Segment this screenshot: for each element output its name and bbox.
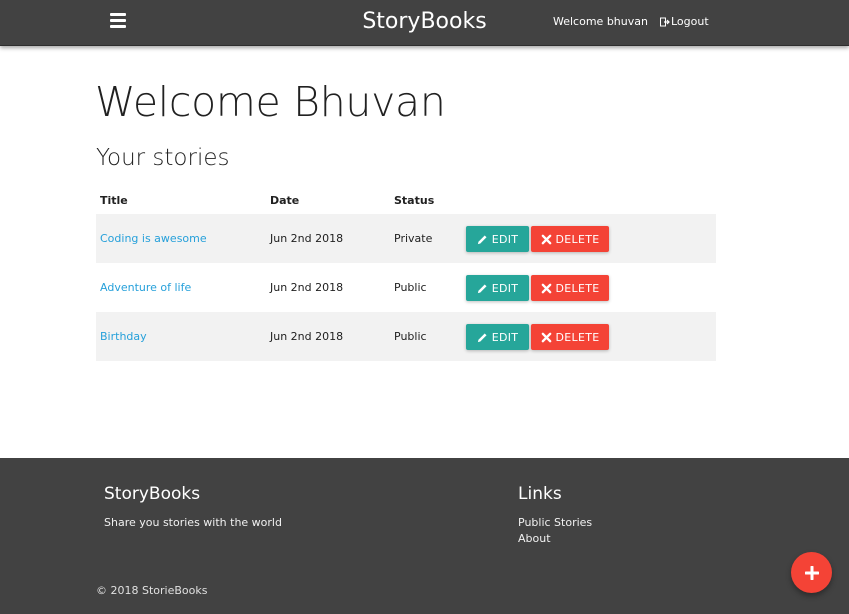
delete-label: DELETE (555, 232, 600, 246)
delete-button[interactable]: DELETE (531, 324, 609, 350)
logout-label: Logout (671, 15, 709, 28)
edit-label: EDIT (491, 232, 519, 246)
section-title: Your stories (96, 145, 230, 171)
pencil-icon (477, 332, 487, 342)
column-header-title: Title (100, 194, 128, 207)
footer-link-about[interactable]: About (518, 532, 551, 545)
table-row: Coding is awesome Jun 2nd 2018 Private E… (96, 214, 716, 263)
story-title-link[interactable]: Coding is awesome (100, 232, 207, 245)
column-header-date: Date (270, 194, 300, 207)
stories-table: Title Date Status Coding is awesome Jun … (96, 188, 716, 361)
edit-label: EDIT (491, 330, 519, 344)
edit-button[interactable]: EDIT (466, 275, 529, 301)
table-row: Adventure of life Jun 2nd 2018 Public ED… (96, 263, 716, 312)
page-footer: StoryBooks Share you stories with the wo… (0, 458, 849, 614)
delete-label: DELETE (555, 281, 600, 295)
table-row: Birthday Jun 2nd 2018 Public EDIT DELETE (96, 312, 716, 361)
story-status: Public (394, 281, 427, 294)
edit-button[interactable]: EDIT (466, 226, 529, 252)
story-title-link[interactable]: Birthday (100, 330, 147, 343)
table-header: Title Date Status (96, 188, 716, 214)
edit-button[interactable]: EDIT (466, 324, 529, 350)
delete-button[interactable]: DELETE (531, 275, 609, 301)
close-icon (541, 283, 551, 293)
column-header-status: Status (394, 194, 435, 207)
edit-label: EDIT (491, 281, 519, 295)
story-date: Jun 2nd 2018 (270, 330, 344, 343)
brand-logo[interactable]: StoryBooks (0, 9, 849, 34)
sign-out-icon (660, 17, 670, 26)
welcome-user-text[interactable]: Welcome bhuvan (553, 15, 648, 28)
footer-link-public-stories[interactable]: Public Stories (518, 516, 592, 529)
delete-label: DELETE (555, 330, 600, 344)
story-date: Jun 2nd 2018 (270, 232, 344, 245)
logout-link[interactable]: Logout (660, 15, 709, 28)
add-story-button[interactable] (791, 552, 832, 593)
delete-button[interactable]: DELETE (531, 226, 609, 252)
footer-tagline: Share you stories with the world (104, 516, 282, 529)
footer-brand: StoryBooks (104, 484, 201, 504)
story-title-link[interactable]: Adventure of life (100, 281, 191, 294)
close-icon (541, 234, 551, 244)
story-date: Jun 2nd 2018 (270, 281, 344, 294)
story-status: Private (394, 232, 433, 245)
top-navbar: StoryBooks Welcome bhuvan Logout (0, 0, 849, 46)
page-title: Welcome Bhuvan (95, 78, 446, 126)
footer-links-title: Links (518, 484, 562, 504)
story-status: Public (394, 330, 427, 343)
pencil-icon (477, 234, 487, 244)
copyright-text: © 2018 StorieBooks (96, 584, 208, 597)
pencil-icon (477, 283, 487, 293)
close-icon (541, 332, 551, 342)
plus-icon (804, 565, 819, 580)
